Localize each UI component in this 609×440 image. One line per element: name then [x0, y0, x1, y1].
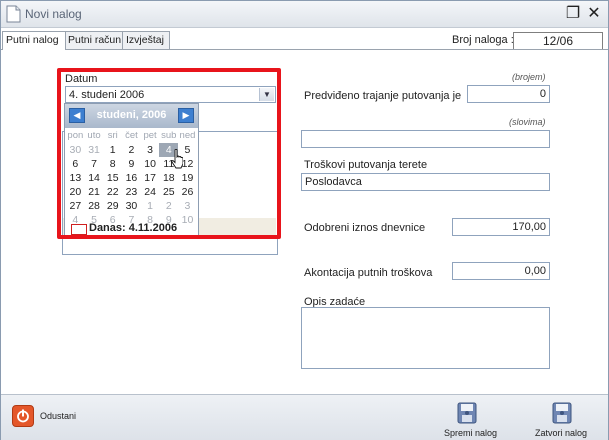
- trajanje-slovima-input[interactable]: [301, 130, 550, 148]
- tab-izvjestaj[interactable]: Izvještaj: [122, 31, 170, 49]
- troskovi-input[interactable]: Poslodavca: [301, 173, 550, 191]
- close-button[interactable]: Zatvori nalog: [535, 428, 587, 438]
- troskovi-label: Troškovi putovanja terete: [304, 159, 428, 171]
- app-window: Novi nalog ❐ ✕ Putni nalog Putni račun I…: [0, 0, 609, 440]
- footer-bar: [1, 394, 608, 440]
- hint-brojem: (brojem): [512, 72, 546, 82]
- broj-naloga-label: Broj naloga :: [452, 34, 514, 46]
- trajanje-brojem-input[interactable]: 0: [467, 85, 550, 103]
- document-icon: [6, 5, 21, 23]
- cancel-button[interactable]: Odustani: [40, 411, 76, 421]
- restore-icon[interactable]: ❐: [564, 5, 582, 23]
- window-title: Novi nalog: [25, 7, 82, 21]
- broj-naloga-value: 12/06: [513, 32, 603, 50]
- mouse-cursor-icon: [171, 149, 183, 169]
- tab-putni-nalog[interactable]: Putni nalog: [2, 31, 66, 50]
- save-button[interactable]: Spremi nalog: [444, 428, 497, 438]
- opis-textarea[interactable]: [301, 307, 550, 369]
- akontacija-input[interactable]: 0,00: [452, 262, 550, 280]
- tab-putni-racun[interactable]: Putni račun: [64, 31, 125, 49]
- save-disk-icon[interactable]: [456, 401, 478, 425]
- hint-slovima: (slovima): [509, 117, 546, 127]
- title-bar: Novi nalog ❐ ✕: [1, 1, 608, 28]
- dnevnica-input[interactable]: 170,00: [452, 218, 550, 236]
- highlight-box: [57, 68, 281, 239]
- trajanje-label: Predviđeno trajanje putovanja je: [304, 90, 462, 102]
- dnevnica-label: Odobreni iznos dnevnice: [304, 222, 426, 234]
- cancel-power-icon[interactable]: [12, 405, 34, 427]
- close-icon[interactable]: ✕: [585, 5, 603, 23]
- akontacija-label: Akontacija putnih troškova: [304, 267, 433, 279]
- close-disk-icon[interactable]: [551, 401, 573, 425]
